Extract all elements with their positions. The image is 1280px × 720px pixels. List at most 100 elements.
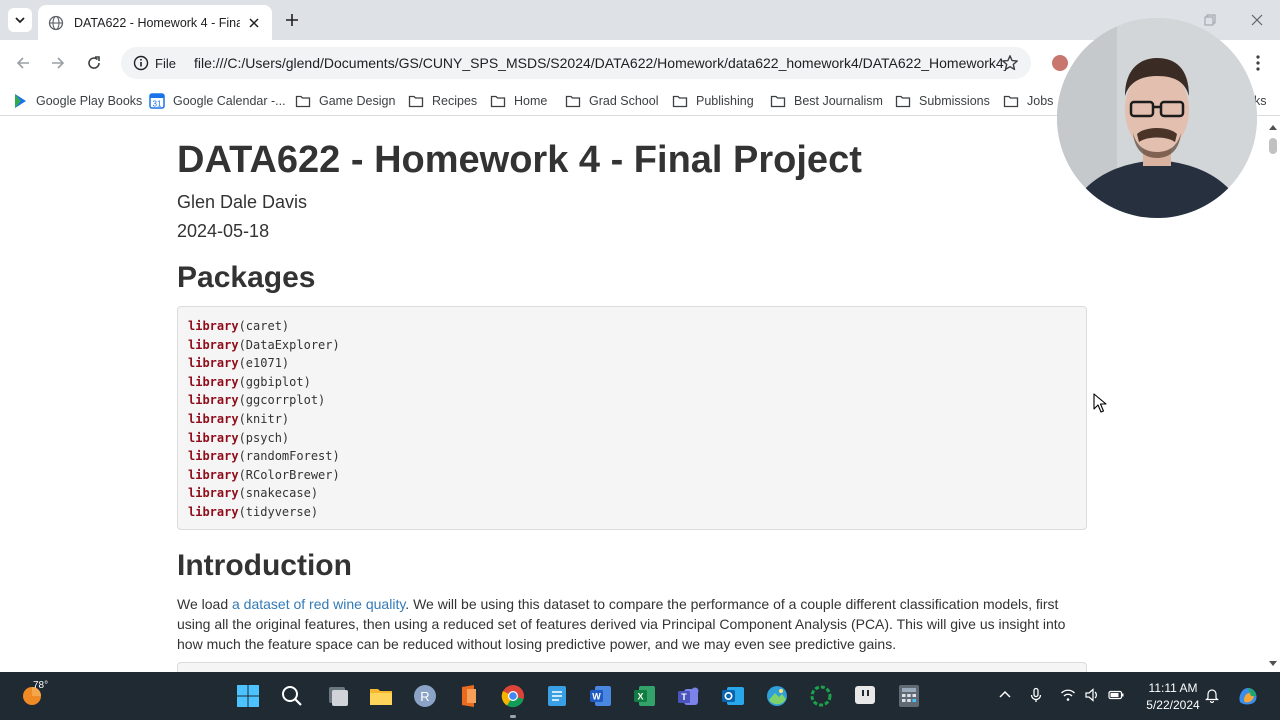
webcam-overlay <box>1057 18 1257 218</box>
notification-bell-icon[interactable] <box>1204 687 1220 703</box>
mouse-pointer-icon <box>1093 393 1107 413</box>
url-text[interactable]: file:///C:/Users/glend/Documents/GS/CUNY… <box>194 55 1006 71</box>
code-function: library <box>188 393 239 408</box>
page-scrollbar[interactable] <box>1266 121 1280 672</box>
code-function: library <box>188 449 239 464</box>
code-argument: (e1071) <box>238 356 290 371</box>
weather-temperature: 78° <box>33 680 49 691</box>
bookmark-google-play-books[interactable]: Google Play Books <box>12 91 142 111</box>
svg-text:T: T <box>681 692 687 702</box>
clock-time[interactable]: 11:11 AM <box>1138 681 1208 695</box>
back-button[interactable] <box>12 52 34 74</box>
bookmark-label: Google Play Books <box>36 94 143 108</box>
code-line: library(ggbiplot) <box>188 373 1076 392</box>
chrome-icon[interactable] <box>501 684 525 708</box>
bookmark-folder-submissions[interactable]: Submissions <box>895 91 990 111</box>
site-info-chip[interactable]: File <box>125 51 184 75</box>
bookmark-folder-recipes[interactable]: Recipes <box>408 91 477 111</box>
svg-text:31: 31 <box>153 100 162 109</box>
battery-icon[interactable] <box>1108 687 1124 703</box>
calculator-icon[interactable] <box>897 684 921 708</box>
site-chip-label: File <box>155 55 176 71</box>
file-explorer-icon[interactable] <box>369 684 393 708</box>
excel-icon[interactable]: X <box>633 684 657 708</box>
teams-icon[interactable]: T <box>677 684 701 708</box>
code-block[interactable]: library(caret) library(DataExplorer) lib… <box>177 306 1087 530</box>
scroll-down-arrow-icon[interactable] <box>1269 661 1277 666</box>
code-line: library(ggcorrplot) <box>188 391 1076 410</box>
clock-date[interactable]: 5/22/2024 <box>1133 698 1213 712</box>
tab-title: DATA622 - Homework 4 - Final Project <box>74 15 240 30</box>
chevron-down-icon <box>15 17 25 24</box>
intro-text: We load <box>177 596 232 612</box>
twitch-icon[interactable] <box>853 684 877 708</box>
more-menu-icon[interactable] <box>1250 54 1266 72</box>
bookmark-folder-best-journalism[interactable]: Best Journalism <box>770 91 883 111</box>
play-books-icon <box>15 94 26 108</box>
browser-tab[interactable]: DATA622 - Homework 4 - Final Project <box>38 5 272 40</box>
bookmark-star-icon[interactable] <box>1001 54 1019 72</box>
office-icon[interactable] <box>457 684 481 708</box>
bookmark-label: Best Journalism <box>794 94 883 108</box>
code-line: library(e1071) <box>188 354 1076 373</box>
code-line: library(snakecase) <box>188 484 1076 503</box>
chevron-up-icon[interactable] <box>997 687 1013 703</box>
word-icon[interactable]: W <box>589 684 613 708</box>
restore-window-icon[interactable] <box>1202 12 1218 28</box>
bookmark-google-calendar[interactable]: 31 Google Calendar -... <box>149 91 286 111</box>
folder-icon <box>770 95 786 108</box>
search-icon[interactable] <box>280 684 304 708</box>
forward-button[interactable] <box>47 52 69 74</box>
arrow-left-icon <box>16 57 29 69</box>
bookmark-folder-game-design[interactable]: Game Design <box>295 91 395 111</box>
code-function: library <box>188 319 239 333</box>
microphone-icon[interactable] <box>1028 687 1044 703</box>
dataset-link[interactable]: a dataset of red wine quality <box>232 596 405 612</box>
folder-icon <box>1003 95 1019 108</box>
svg-text:W: W <box>592 692 601 702</box>
new-tab-button[interactable] <box>282 10 302 30</box>
tab-close-button[interactable] <box>246 15 262 31</box>
plus-icon <box>286 14 298 26</box>
code-line: library(DataExplorer) <box>188 336 1076 355</box>
outlook-icon[interactable] <box>721 684 745 708</box>
chrome-active-indicator <box>510 715 516 718</box>
code-argument: (RColorBrewer) <box>238 467 340 482</box>
code-line: library(randomForest) <box>188 447 1076 466</box>
code-function: library <box>188 356 239 371</box>
code-function: library <box>188 337 239 352</box>
r-icon[interactable]: R <box>413 684 437 708</box>
document-date: 2024-05-18 <box>177 221 270 241</box>
volume-icon[interactable] <box>1084 687 1100 703</box>
copilot-icon[interactable] <box>1236 684 1260 708</box>
close-window-icon[interactable] <box>1249 12 1265 28</box>
code-argument: (knitr) <box>238 411 290 426</box>
arrow-right-icon <box>52 57 65 69</box>
code-function: library <box>188 467 239 482</box>
address-bar[interactable]: File file:///C:/Users/glend/Documents/GS… <box>121 47 1031 79</box>
extension-icon[interactable] <box>1052 55 1068 71</box>
bookmark-folder-publishing[interactable]: Publishing <box>672 91 754 111</box>
globe-icon <box>48 15 64 30</box>
code-block-partial[interactable] <box>177 662 1087 672</box>
notepad-icon[interactable] <box>545 684 569 708</box>
bookmark-folder-grad-school[interactable]: Grad School <box>565 91 658 111</box>
reload-button[interactable] <box>83 52 105 74</box>
tab-strip: DATA622 - Homework 4 - Final Project <box>0 0 1280 40</box>
bookmark-folder-jobs[interactable]: Jobs <box>1003 91 1053 111</box>
info-icon <box>133 55 149 71</box>
bookmark-folder-home[interactable]: Home <box>490 91 547 111</box>
tab-search-button[interactable] <box>8 8 32 32</box>
wifi-icon[interactable] <box>1060 687 1076 703</box>
code-line: library(caret) <box>188 317 1076 336</box>
loader-icon[interactable] <box>809 684 833 708</box>
code-argument: (tidyverse) <box>238 504 319 519</box>
introduction-heading: Introduction <box>177 549 352 582</box>
scroll-thumb[interactable] <box>1269 138 1277 154</box>
start-icon[interactable] <box>236 684 260 708</box>
scroll-up-arrow-icon[interactable] <box>1269 125 1277 130</box>
photos-icon[interactable] <box>765 684 789 708</box>
bookmark-label: Google Calendar -... <box>173 94 286 108</box>
bookmark-label: Recipes <box>432 94 478 108</box>
task-view-icon[interactable] <box>325 684 349 708</box>
